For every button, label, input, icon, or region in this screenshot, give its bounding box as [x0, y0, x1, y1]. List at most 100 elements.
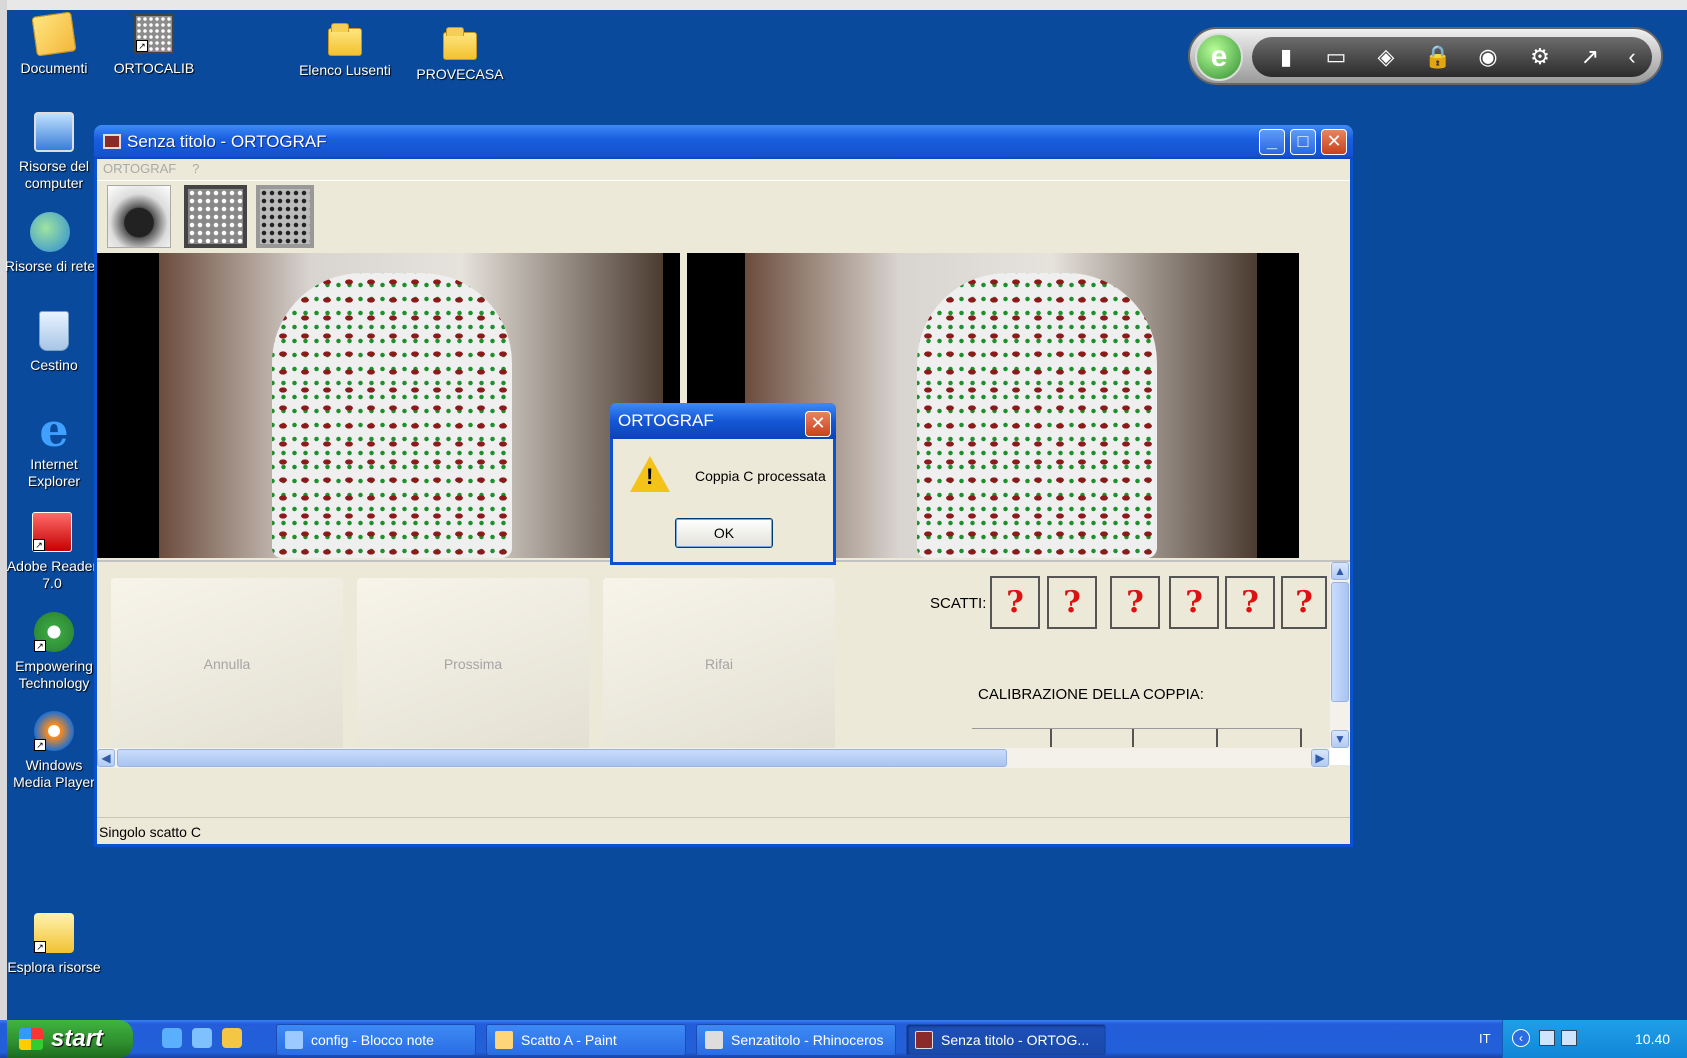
desktop-icon-windows-media-player[interactable]: ↗ Windows Media Player	[6, 711, 102, 791]
task-rhinoceros[interactable]: Senzatitolo - Rhinoceros	[696, 1024, 896, 1056]
rifai-button[interactable]: Rifai	[603, 578, 835, 750]
scatto-slot[interactable]: ?	[1281, 576, 1327, 629]
adobe-reader-icon: ↗	[32, 512, 72, 552]
task-paint[interactable]: Scatto A - Paint	[486, 1024, 686, 1056]
task-blocco-note[interactable]: config - Blocco note	[276, 1024, 476, 1056]
task-label: Senzatitolo - Rhinoceros	[731, 1032, 884, 1048]
dialog-close-button[interactable]: ✕	[805, 411, 831, 437]
gear-icon[interactable]: ⚙	[1526, 43, 1554, 71]
media-icon[interactable]: ▭	[1322, 43, 1350, 71]
shortcut-arrow-icon: ↗	[34, 640, 46, 652]
chart-icon[interactable]: ↗	[1576, 43, 1604, 71]
task-label: Scatto A - Paint	[521, 1032, 617, 1048]
calibration-grid-icon: ↗	[134, 14, 174, 54]
annulla-button[interactable]: Annulla	[111, 578, 343, 750]
shortcut-arrow-icon: ↗	[34, 739, 46, 751]
desktop-icon-label: Cestino	[30, 357, 78, 373]
menu-ortograf[interactable]: ORTOGRAF	[97, 159, 182, 178]
empowering-logo-icon[interactable]: e	[1195, 33, 1243, 81]
right-subject-markers	[917, 273, 1157, 558]
left-subject-markers	[272, 273, 512, 558]
empowering-technology-icon: ↗	[34, 612, 74, 652]
desktop-icon-esplora-risorse[interactable]: ↗ Esplora risorse	[6, 913, 102, 976]
left-camera-view	[97, 253, 680, 558]
desktop-icon-label: PROVECASA	[416, 66, 504, 82]
control-panel-content: Annulla Prossima Rifai SCATTI: ? ? ? ? ?…	[97, 562, 1330, 750]
calibrazione-label: CALIBRAZIONE DELLA COPPIA:	[978, 686, 1204, 703]
calibration-grid-icon[interactable]	[184, 185, 247, 248]
horizontal-scroll-thumb[interactable]	[117, 749, 1007, 767]
network-icon[interactable]: ◉	[1474, 43, 1502, 71]
taskbar: start config - Blocco note Scatto A - Pa…	[0, 1020, 1687, 1058]
task-label: Senza titolo - ORTOG...	[941, 1032, 1090, 1048]
vertical-scrollbar[interactable]: ▲ ▼	[1330, 562, 1350, 748]
ie-quicklaunch-icon[interactable]	[162, 1028, 182, 1048]
network-places-icon	[30, 212, 70, 252]
folder-quicklaunch-icon[interactable]	[222, 1028, 242, 1048]
desktop-icon-documenti[interactable]: Documenti	[6, 11, 102, 77]
network-tray-icon[interactable]	[1539, 1030, 1555, 1046]
desktop-icon-adobe-reader[interactable]: ↗ Adobe Reader 7.0	[4, 512, 100, 592]
scroll-left-arrow-icon[interactable]: ◀	[97, 749, 115, 767]
menu-bar: ORTOGRAF ?	[97, 159, 1350, 181]
dot-grid-icon[interactable]	[256, 185, 314, 248]
desktop-icon-risorse-computer[interactable]: Risorse del computer	[6, 112, 102, 192]
task-label: config - Blocco note	[311, 1032, 434, 1048]
minimize-button[interactable]: _	[1259, 129, 1285, 155]
prossima-button[interactable]: Prossima	[357, 578, 589, 750]
internet-explorer-icon: e	[39, 403, 69, 457]
windows-logo-icon	[19, 1028, 43, 1050]
notepad-icon	[285, 1031, 303, 1049]
app-icon	[103, 134, 121, 149]
screen-top-edge	[0, 0, 1687, 10]
browser-quicklaunch-icon[interactable]	[192, 1028, 212, 1048]
ok-button[interactable]: OK	[675, 518, 773, 548]
desktop-icon-empowering-technology[interactable]: ↗ Empowering Technology	[6, 612, 102, 692]
maximize-button[interactable]: □	[1290, 129, 1316, 155]
start-label: start	[51, 1025, 104, 1052]
clock[interactable]: 10.40	[1635, 1031, 1670, 1047]
language-indicator[interactable]: IT	[1479, 1031, 1491, 1046]
folder-icon	[443, 27, 477, 60]
bulb-icon[interactable]: ◈	[1372, 43, 1400, 71]
scatto-slot[interactable]: ?	[1047, 576, 1097, 629]
dialog-title[interactable]: ORTOGRAF	[610, 403, 836, 439]
system-tray: IT ‹ 10.40	[1479, 1020, 1687, 1058]
desktop-icon-ortocalib[interactable]: ↗ ORTOCALIB	[106, 14, 202, 77]
desktop-icon-label: Windows Media Player	[13, 757, 95, 790]
camera-icon[interactable]	[107, 185, 171, 248]
volume-tray-icon[interactable]	[1561, 1030, 1577, 1046]
scatto-slot[interactable]: ?	[990, 576, 1040, 629]
window-titlebar[interactable]: Senza titolo - ORTOGRAF _ □ ✕	[94, 125, 1353, 159]
scroll-down-arrow-icon[interactable]: ▼	[1331, 730, 1349, 748]
desktop-icon-cestino[interactable]: Cestino	[6, 311, 102, 374]
dialog-message: Coppia C processata	[695, 468, 826, 484]
scroll-right-arrow-icon[interactable]: ▶	[1311, 749, 1329, 767]
scroll-up-arrow-icon[interactable]: ▲	[1331, 562, 1349, 580]
desktop-icon-risorse-rete[interactable]: Risorse di rete	[2, 212, 98, 275]
lock-icon[interactable]: 🔒	[1424, 43, 1452, 71]
scatto-slot[interactable]: ?	[1110, 576, 1160, 629]
start-button[interactable]: start	[7, 1020, 133, 1058]
horizontal-scrollbar[interactable]: ◀ ▶	[97, 748, 1330, 768]
collapse-icon[interactable]: ‹	[1618, 43, 1646, 71]
menu-help[interactable]: ?	[186, 159, 205, 178]
ortograf-icon	[915, 1031, 933, 1049]
desktop-icon-elenco-lusenti[interactable]: Elenco Lusenti	[297, 22, 393, 79]
desktop-icon-label: Risorse del computer	[18, 158, 90, 191]
explorer-icon: ↗	[34, 913, 74, 953]
toolbar	[97, 181, 1350, 253]
show-hidden-icons-icon[interactable]: ‹	[1512, 1029, 1530, 1047]
desktop-icon-internet-explorer[interactable]: e Internet Explorer	[6, 403, 102, 490]
desktop-icon-provecasa[interactable]: PROVECASA	[412, 26, 508, 83]
battery-icon[interactable]: ▮	[1272, 43, 1300, 71]
desktop-icon-label: Risorse di rete	[4, 258, 96, 274]
folder-icon	[328, 23, 362, 56]
desktop-icon-label: Internet Explorer	[27, 456, 81, 489]
close-button[interactable]: ✕	[1321, 129, 1347, 155]
task-ortograf[interactable]: Senza titolo - ORTOG...	[906, 1024, 1106, 1056]
scatto-slot[interactable]: ?	[1225, 576, 1275, 629]
vertical-scroll-thumb[interactable]	[1331, 582, 1349, 702]
message-dialog: ORTOGRAF ✕ ! Coppia C processata OK	[610, 403, 836, 565]
scatto-slot[interactable]: ?	[1169, 576, 1219, 629]
